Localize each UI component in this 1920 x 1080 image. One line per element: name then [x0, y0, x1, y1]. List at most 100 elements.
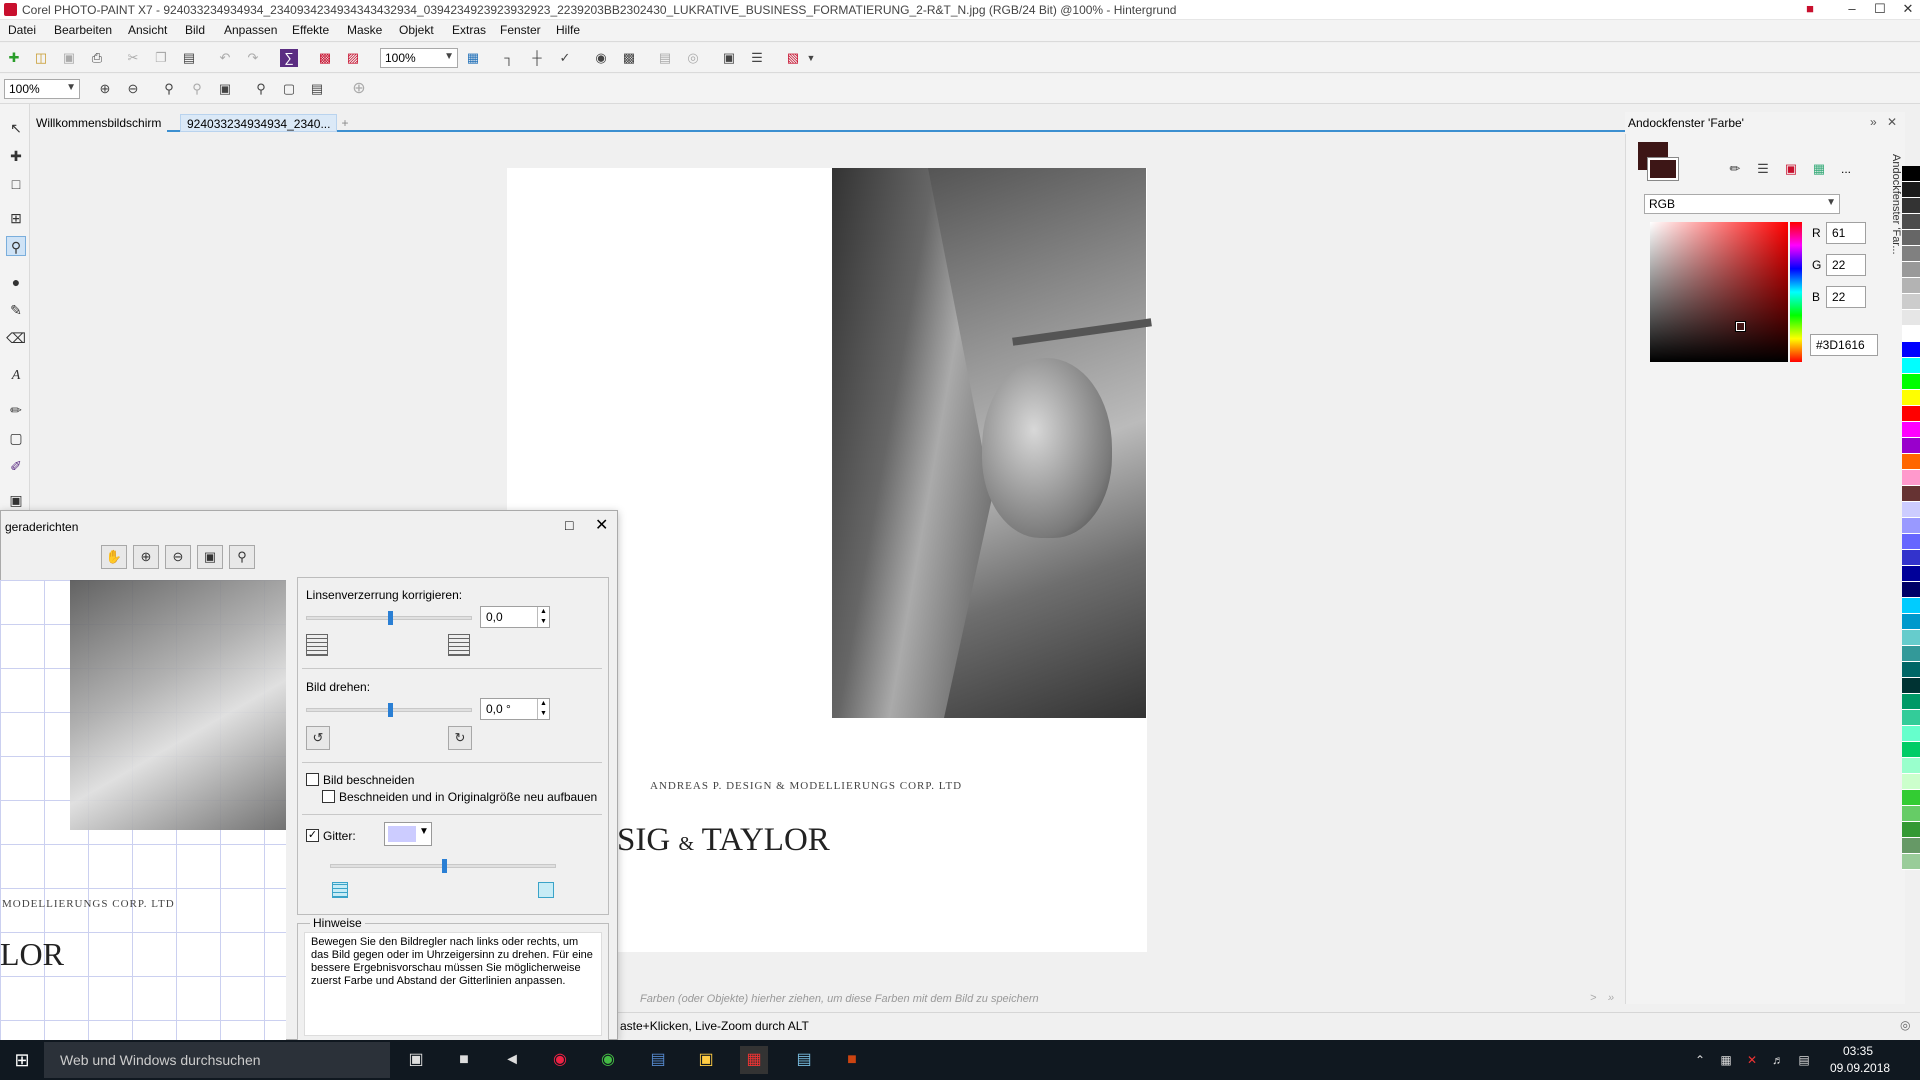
- menu-hilfe[interactable]: Hilfe: [556, 23, 580, 37]
- grid-size-slider-thumb[interactable]: [442, 859, 447, 873]
- palette-swatch[interactable]: [1902, 854, 1920, 870]
- user-icon[interactable]: ■: [1796, 0, 1824, 20]
- grid-size-slider[interactable]: [330, 859, 556, 873]
- spin-up-icon[interactable]: ▲: [537, 699, 549, 709]
- menu-effekte[interactable]: Effekte: [292, 23, 329, 37]
- mask-tool-icon[interactable]: □: [6, 174, 26, 194]
- transform-tool-icon[interactable]: ✚: [6, 146, 26, 166]
- color-palettes-icon[interactable]: ▦: [1810, 160, 1828, 178]
- zoom-in-icon[interactable]: ⊕: [96, 80, 114, 98]
- print-icon[interactable]: ⎙: [88, 49, 106, 67]
- object-marquee-icon[interactable]: ▤: [656, 49, 674, 67]
- palette-swatch[interactable]: [1902, 534, 1920, 550]
- text-tool-icon[interactable]: A: [6, 366, 26, 386]
- tray-alert-icon[interactable]: ✕: [1738, 1046, 1766, 1074]
- palette-swatch[interactable]: [1902, 166, 1920, 182]
- add-tab-icon[interactable]: +: [335, 114, 355, 132]
- cut-icon[interactable]: ✂: [124, 49, 142, 67]
- rotate-slider[interactable]: [306, 703, 472, 717]
- color-viewer-icon[interactable]: ▣: [1782, 160, 1800, 178]
- zoom-out-icon[interactable]: ⊖: [165, 545, 191, 569]
- more-options-button[interactable]: ...: [1841, 162, 1851, 176]
- palette-swatch[interactable]: [1902, 822, 1920, 838]
- hue-slider[interactable]: [1790, 222, 1802, 362]
- grid-checkbox[interactable]: ✓: [306, 829, 319, 842]
- palette-swatch[interactable]: [1902, 310, 1920, 326]
- corel-photo-paint-icon[interactable]: ▦: [740, 1046, 768, 1074]
- color-sliders-icon[interactable]: ☰: [1754, 160, 1772, 178]
- rulers-icon[interactable]: ┐: [500, 49, 518, 67]
- palette-swatch[interactable]: [1902, 678, 1920, 694]
- guidelines-icon[interactable]: ┼: [528, 49, 546, 67]
- property-zoom-select[interactable]: 100% ▼: [4, 79, 80, 99]
- zoom-width-icon[interactable]: ▢: [280, 80, 298, 98]
- palette-swatch[interactable]: [1902, 214, 1920, 230]
- new-file-icon[interactable]: ✚: [5, 49, 23, 67]
- palette-swatch[interactable]: [1902, 406, 1920, 422]
- export-icon[interactable]: ▨: [344, 49, 362, 67]
- palette-swatch[interactable]: [1902, 198, 1920, 214]
- launch-icon[interactable]: ▧: [784, 49, 802, 67]
- zoom-100-icon[interactable]: ⚲: [252, 80, 270, 98]
- palette-swatch[interactable]: [1902, 470, 1920, 486]
- palette-swatch[interactable]: [1902, 438, 1920, 454]
- palette-swatch[interactable]: [1902, 582, 1920, 598]
- notifications-icon[interactable]: ▤: [1790, 1046, 1818, 1074]
- spin-down-icon[interactable]: ▼: [537, 617, 549, 627]
- palette-swatch[interactable]: [1902, 742, 1920, 758]
- browser-icon[interactable]: ◉: [546, 1046, 574, 1074]
- redo-icon[interactable]: ↷: [244, 49, 262, 67]
- zoom-to-fit-icon[interactable]: ▣: [197, 545, 223, 569]
- chrome-icon[interactable]: ◉: [594, 1046, 622, 1074]
- menu-objekt[interactable]: Objekt: [399, 23, 434, 37]
- file-explorer-icon[interactable]: ▣: [692, 1046, 720, 1074]
- palette-swatch[interactable]: [1902, 342, 1920, 358]
- rotate-ccw-icon[interactable]: ↺: [306, 726, 330, 750]
- status-settings-icon[interactable]: ◎: [1900, 1018, 1910, 1032]
- portrait-photo[interactable]: [832, 168, 1152, 718]
- menu-maske[interactable]: Maske: [347, 23, 382, 37]
- clone-tool-icon[interactable]: ✎: [6, 300, 26, 320]
- menu-bearbeiten[interactable]: Bearbeiten: [54, 23, 112, 37]
- eyedropper-tool-icon[interactable]: ✏: [6, 400, 26, 420]
- eyedropper-icon[interactable]: ✏: [1726, 160, 1744, 178]
- palette-swatch[interactable]: [1902, 710, 1920, 726]
- palette-swatch[interactable]: [1902, 790, 1920, 806]
- lens-input[interactable]: 0,0 ▲ ▼: [480, 606, 550, 628]
- eraser-tool-icon[interactable]: ⌫: [6, 328, 26, 348]
- taskbar-search[interactable]: Web und Windows durchsuchen: [44, 1042, 390, 1078]
- palette-swatch[interactable]: [1902, 694, 1920, 710]
- palette-swatch[interactable]: [1902, 838, 1920, 854]
- crop-tool-icon[interactable]: ⊞: [6, 208, 26, 228]
- crop-original-checkbox[interactable]: [322, 790, 335, 803]
- add-icon[interactable]: ⊕: [350, 80, 368, 98]
- palette-swatch[interactable]: [1902, 374, 1920, 390]
- palette-swatch[interactable]: [1902, 726, 1920, 742]
- menu-bild[interactable]: Bild: [185, 23, 205, 37]
- outline-color-swatch[interactable]: [1647, 157, 1679, 181]
- palette-swatch[interactable]: [1902, 598, 1920, 614]
- palette-swatch[interactable]: [1902, 518, 1920, 534]
- zoom-out-icon[interactable]: ⊖: [124, 80, 142, 98]
- zoom-100-icon[interactable]: ⚲: [229, 545, 255, 569]
- rotate-slider-thumb[interactable]: [388, 703, 393, 717]
- store-icon[interactable]: ■: [450, 1046, 478, 1074]
- chevron-down-icon[interactable]: ▼: [802, 49, 820, 67]
- palette-swatch[interactable]: [1902, 454, 1920, 470]
- menu-anpassen[interactable]: Anpassen: [224, 23, 277, 37]
- tab-welcome[interactable]: Willkommensbildschirm: [30, 114, 168, 132]
- rectangle-tool-icon[interactable]: ▢: [6, 428, 26, 448]
- menu-fenster[interactable]: Fenster: [500, 23, 541, 37]
- mask-overlay-icon[interactable]: ▩: [620, 49, 638, 67]
- app-icon[interactable]: ▤: [790, 1046, 818, 1074]
- app-icon[interactable]: ■: [838, 1046, 866, 1074]
- spin-down-icon[interactable]: ▼: [537, 709, 549, 719]
- tray-chevron-icon[interactable]: ⌃: [1686, 1046, 1714, 1074]
- palette-swatch[interactable]: [1902, 502, 1920, 518]
- g-input[interactable]: 22: [1826, 254, 1866, 276]
- palette-swatch[interactable]: [1902, 806, 1920, 822]
- palette-swatch[interactable]: [1902, 614, 1920, 630]
- palette-swatch[interactable]: [1902, 646, 1920, 662]
- palette-swatch[interactable]: [1902, 182, 1920, 198]
- document-palette-bar[interactable]: Farben (oder Objekte) hierher ziehen, um…: [620, 989, 1620, 1009]
